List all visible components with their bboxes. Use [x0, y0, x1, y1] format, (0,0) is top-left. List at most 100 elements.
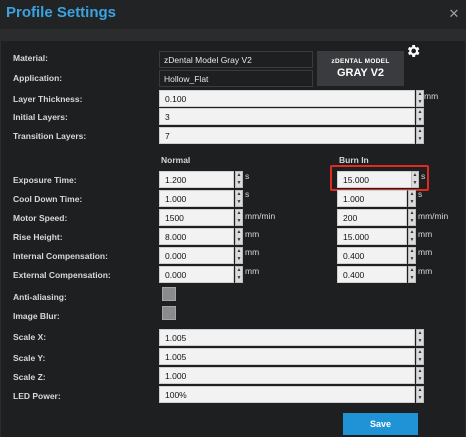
spin-down-icon[interactable]: ▼	[417, 338, 423, 345]
burn-in-rise-height-input[interactable]: 15.000	[337, 228, 407, 245]
normal-rise-height-spinner[interactable]: ▲ ▼	[235, 228, 243, 245]
spin-down-icon[interactable]: ▼	[236, 275, 242, 282]
spin-up-icon[interactable]: ▲	[409, 210, 415, 217]
spin-down-icon[interactable]: ▼	[409, 275, 415, 282]
material-value: zDental Model Gray V2	[159, 51, 313, 68]
normal-cool-down-time-unit: s	[245, 189, 250, 199]
spin-up-icon[interactable]: ▲	[236, 191, 242, 198]
burn-in-external-compensation-spinner[interactable]: ▲ ▼	[408, 266, 416, 283]
spin-down-icon[interactable]: ▼	[417, 357, 423, 364]
anti-aliasing-checkbox[interactable]	[162, 287, 176, 301]
spin-up-icon[interactable]: ▲	[417, 91, 423, 98]
spin-up-icon[interactable]: ▲	[417, 128, 423, 135]
spin-down-icon[interactable]: ▼	[409, 237, 415, 244]
burn-in-internal-compensation-input[interactable]: 0.400	[337, 247, 407, 264]
spin-down-icon[interactable]: ▼	[236, 180, 242, 187]
spin-up-icon[interactable]: ▲	[236, 248, 242, 255]
normal-internal-compensation-input[interactable]: 0.000	[159, 247, 234, 264]
spin-down-icon[interactable]: ▼	[236, 218, 242, 225]
spin-up-icon[interactable]: ▲	[236, 172, 242, 179]
profile-settings-window: Profile Settings ✕ Material: zDental Mod…	[0, 0, 466, 437]
led-power-input[interactable]: 100%	[159, 386, 415, 403]
spin-up-icon[interactable]: ▲	[417, 330, 423, 337]
scale-y-spinner[interactable]: ▲ ▼	[416, 348, 424, 365]
material-label: Material:	[13, 53, 48, 63]
normal-rise-height-input[interactable]: 8.000	[159, 228, 234, 245]
burn-in-motor-speed-spinner[interactable]: ▲ ▼	[408, 209, 416, 226]
spin-up-icon[interactable]: ▲	[417, 387, 423, 394]
normal-exposure-time-spinner[interactable]: ▲ ▼	[235, 171, 243, 188]
normal-external-compensation-input[interactable]: 0.000	[159, 266, 234, 283]
normal-rise-height-unit: mm	[245, 229, 260, 239]
normal-motor-speed-input[interactable]: 1500	[159, 209, 234, 226]
led-power-spinner[interactable]: ▲ ▼	[416, 386, 424, 403]
burn-in-cool-down-time-input[interactable]: 1.000	[337, 190, 407, 207]
spin-down-icon[interactable]: ▼	[236, 199, 242, 206]
transition-layers-label: Transition Layers:	[13, 131, 87, 141]
normal-external-compensation-spinner[interactable]: ▲ ▼	[235, 266, 243, 283]
normal-external-compensation-unit: mm	[245, 266, 260, 276]
normal-cool-down-time-input[interactable]: 1.000	[159, 190, 234, 207]
transition-layers-spinner[interactable]: ▲ ▼	[416, 127, 424, 144]
burn-in-internal-compensation-unit: mm	[418, 247, 433, 257]
normal-cool-down-time-spinner[interactable]: ▲ ▼	[235, 190, 243, 207]
burn-in-cool-down-time-spinner[interactable]: ▲ ▼	[408, 190, 416, 207]
cool-down-time-label: Cool Down Time:	[13, 194, 83, 204]
exposure-time-label: Exposure Time:	[13, 175, 77, 185]
spin-up-icon[interactable]: ▲	[417, 368, 423, 375]
spin-up-icon[interactable]: ▲	[417, 109, 423, 116]
spin-down-icon[interactable]: ▼	[409, 256, 415, 263]
burn-in-motor-speed-input[interactable]: 200	[337, 209, 407, 226]
layer-thickness-spinner[interactable]: ▲ ▼	[416, 90, 424, 107]
spin-down-icon[interactable]: ▼	[409, 218, 415, 225]
normal-column-header: Normal	[161, 155, 191, 165]
spin-up-icon[interactable]: ▲	[236, 229, 242, 236]
burn-in-cool-down-time-unit: s	[418, 189, 423, 199]
spin-down-icon[interactable]: ▼	[417, 136, 423, 143]
image-blur-checkbox[interactable]	[162, 306, 176, 320]
normal-exposure-time-input[interactable]: 1.200	[159, 171, 234, 188]
spin-down-icon[interactable]: ▼	[236, 256, 242, 263]
transition-layers-input[interactable]: 7	[159, 127, 415, 144]
spin-up-icon[interactable]: ▲	[409, 267, 415, 274]
spin-down-icon[interactable]: ▼	[417, 376, 423, 383]
close-icon[interactable]: ✕	[448, 7, 460, 20]
initial-layers-label: Initial Layers:	[13, 112, 68, 122]
gear-icon[interactable]	[405, 43, 421, 59]
spin-up-icon[interactable]: ▲	[236, 210, 242, 217]
spin-up-icon[interactable]: ▲	[417, 349, 423, 356]
spin-down-icon[interactable]: ▼	[236, 237, 242, 244]
save-button[interactable]: Save	[343, 413, 418, 435]
normal-motor-speed-spinner[interactable]: ▲ ▼	[235, 209, 243, 226]
scale-y-label: Scale Y:	[13, 353, 46, 363]
anti-aliasing-label: Anti-aliasing:	[13, 292, 67, 302]
scale-x-spinner[interactable]: ▲ ▼	[416, 329, 424, 346]
scale-z-label: Scale Z:	[13, 372, 46, 382]
burn-in-motor-speed-unit: mm/min	[418, 211, 449, 221]
burn-in-internal-compensation-spinner[interactable]: ▲ ▼	[408, 247, 416, 264]
spin-down-icon[interactable]: ▼	[417, 395, 423, 402]
scale-x-input[interactable]: 1.005	[159, 329, 415, 346]
spin-up-icon[interactable]: ▲	[236, 267, 242, 274]
scale-z-input[interactable]: 1.000	[159, 367, 415, 384]
normal-internal-compensation-spinner[interactable]: ▲ ▼	[235, 247, 243, 264]
burn-in-external-compensation-input[interactable]: 0.400	[337, 266, 407, 283]
title-bar: Profile Settings ✕	[0, 0, 466, 29]
spin-up-icon[interactable]: ▲	[409, 248, 415, 255]
scale-x-label: Scale X:	[13, 332, 47, 342]
spin-up-icon[interactable]: ▲	[409, 191, 415, 198]
spin-down-icon[interactable]: ▼	[417, 117, 423, 124]
initial-layers-spinner[interactable]: ▲ ▼	[416, 108, 424, 125]
application-label: Application:	[13, 73, 63, 83]
initial-layers-input[interactable]: 3	[159, 108, 415, 125]
normal-internal-compensation-unit: mm	[245, 247, 260, 257]
spin-down-icon[interactable]: ▼	[409, 199, 415, 206]
scale-z-spinner[interactable]: ▲ ▼	[416, 367, 424, 384]
spin-up-icon[interactable]: ▲	[409, 229, 415, 236]
burn-in-rise-height-spinner[interactable]: ▲ ▼	[408, 228, 416, 245]
normal-exposure-time-unit: s	[245, 171, 250, 181]
scale-y-input[interactable]: 1.005	[159, 348, 415, 365]
spin-down-icon[interactable]: ▼	[417, 99, 423, 106]
led-power-label: LED Power:	[13, 391, 61, 401]
layer-thickness-input[interactable]: 0.100	[159, 90, 415, 107]
